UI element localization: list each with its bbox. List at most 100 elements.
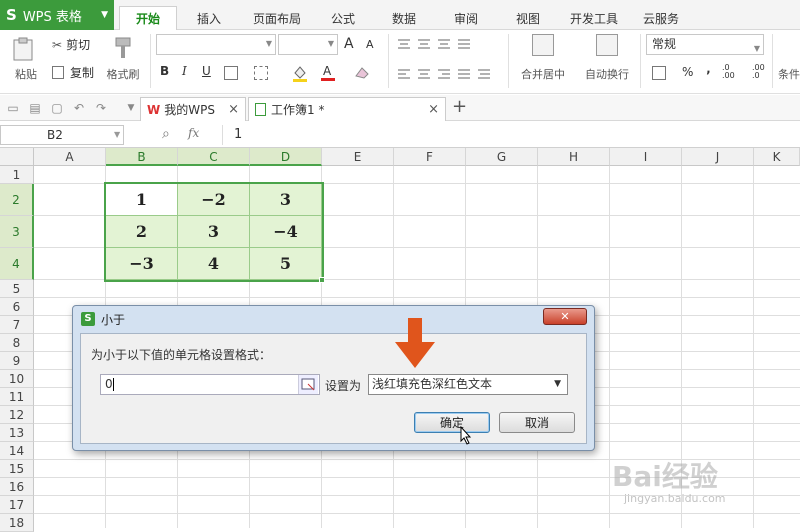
chevron-down-icon: ▼ (554, 379, 561, 389)
tab-data[interactable]: 数据 (378, 6, 430, 30)
row-header[interactable]: 7 (0, 316, 34, 334)
row-header[interactable]: 4 (0, 248, 34, 280)
save-icon[interactable]: ▭ (6, 101, 20, 115)
cancel-button[interactable]: 取消 (499, 412, 575, 433)
wps-logo-icon: S (6, 6, 17, 24)
chevron-down-icon[interactable]: ▼ (114, 130, 120, 139)
merge-center-button[interactable]: 合并居中 (512, 66, 574, 82)
close-icon[interactable]: × (428, 102, 439, 117)
row-header[interactable]: 15 (0, 460, 34, 478)
row-header[interactable]: 10 (0, 370, 34, 388)
increase-decimal-button[interactable]: .0 .00 (722, 64, 735, 80)
qat-more-icon[interactable]: ▼ (124, 101, 138, 115)
cut-button[interactable]: ✂ 剪切 (52, 36, 90, 53)
font-name-select[interactable]: ▼ (156, 34, 276, 55)
decrease-decimal-button[interactable]: .00 .0 (752, 64, 765, 80)
row-header[interactable]: 2 (0, 184, 34, 216)
row-header[interactable]: 13 (0, 424, 34, 442)
print-icon[interactable]: ▤ (28, 101, 42, 115)
row-header[interactable]: 18 (0, 514, 34, 532)
percent-button[interactable]: % (682, 65, 693, 79)
scissors-icon: ✂ (52, 37, 63, 52)
column-header[interactable]: G (466, 148, 538, 166)
redo-icon[interactable]: ↷ (94, 101, 108, 115)
column-header[interactable]: B (106, 148, 178, 166)
tab-developer[interactable]: 开发工具 (562, 6, 626, 30)
row-header[interactable]: 3 (0, 216, 34, 248)
cell-style-icon[interactable] (254, 66, 268, 80)
row-header[interactable]: 17 (0, 496, 34, 514)
column-header[interactable]: F (394, 148, 466, 166)
tab-home[interactable]: 开始 (119, 6, 177, 30)
row-header[interactable]: 5 (0, 280, 34, 298)
row-header[interactable]: 1 (0, 166, 34, 184)
row-header[interactable]: 8 (0, 334, 34, 352)
vertical-align-group[interactable] (396, 38, 486, 50)
font-grow-button[interactable]: A (344, 36, 354, 52)
conditional-format-button[interactable]: 条件 (778, 66, 800, 82)
function-icon[interactable]: fx (188, 126, 199, 140)
font-shrink-button[interactable]: A (366, 38, 374, 51)
column-header[interactable]: H (538, 148, 610, 166)
mouse-pointer-icon (459, 425, 473, 446)
underline-button[interactable]: U (202, 64, 211, 78)
close-button[interactable]: ✕ (543, 308, 587, 325)
row-header[interactable]: 16 (0, 478, 34, 496)
zoom-icon[interactable]: ⌕ (162, 126, 170, 142)
comma-button[interactable]: ‚ (706, 62, 711, 76)
number-format-select[interactable]: 常规 ▼ (646, 34, 764, 55)
close-icon[interactable]: × (228, 102, 239, 117)
wps-app-menu[interactable]: S WPS 表格 ▼ (0, 0, 114, 30)
selection-border (104, 182, 324, 282)
tab-formulas[interactable]: 公式 (318, 6, 368, 30)
currency-icon[interactable] (652, 66, 666, 80)
clear-format-icon[interactable] (354, 64, 370, 80)
wps-logo-icon: S (81, 312, 95, 326)
italic-button[interactable]: I (182, 64, 187, 78)
row-header[interactable]: 11 (0, 388, 34, 406)
font-color-icon[interactable]: A (320, 63, 336, 81)
horizontal-align-group[interactable] (396, 68, 506, 80)
tab-review[interactable]: 审阅 (440, 6, 492, 30)
print-preview-icon[interactable]: ▢ (50, 101, 64, 115)
name-box[interactable]: B2 (0, 125, 124, 145)
ok-button[interactable]: 确定 (414, 412, 490, 433)
bold-button[interactable]: B (160, 64, 169, 78)
fill-color-icon[interactable] (292, 64, 308, 82)
paste-icon[interactable] (10, 36, 36, 62)
svg-text:A: A (323, 64, 332, 78)
tab-page-layout[interactable]: 页面布局 (242, 6, 312, 30)
range-select-icon[interactable] (298, 375, 318, 394)
font-size-select[interactable]: ▼ (278, 34, 338, 55)
tab-view[interactable]: 视图 (502, 6, 554, 30)
column-header[interactable]: A (34, 148, 106, 166)
row-header[interactable]: 14 (0, 442, 34, 460)
format-select[interactable]: 浅红填充色深红色文本 ▼ (368, 374, 568, 395)
tab-insert[interactable]: 插入 (183, 6, 235, 30)
borders-icon[interactable] (224, 66, 238, 80)
column-header[interactable]: C (178, 148, 250, 166)
copy-button[interactable]: 复制 (52, 64, 94, 81)
column-header[interactable]: J (682, 148, 754, 166)
column-header[interactable]: D (250, 148, 322, 166)
row-header[interactable]: 6 (0, 298, 34, 316)
column-header[interactable]: I (610, 148, 682, 166)
row-header[interactable]: 9 (0, 352, 34, 370)
select-all-corner[interactable] (0, 148, 34, 166)
chevron-down-icon: ▼ (753, 44, 760, 53)
doc-tab-my-wps[interactable]: W 我的WPS × (140, 97, 246, 121)
column-header[interactable]: E (322, 148, 394, 166)
wrap-text-button[interactable]: 自动换行 (578, 66, 636, 82)
formula-input[interactable]: 1 (234, 127, 242, 142)
format-painter-icon[interactable] (110, 36, 134, 60)
row-header[interactable]: 12 (0, 406, 34, 424)
undo-icon[interactable]: ↶ (72, 101, 86, 115)
tab-cloud[interactable]: 云服务 (634, 6, 688, 30)
fill-handle[interactable] (319, 277, 325, 283)
format-painter-button[interactable]: 格式刷 (100, 66, 146, 82)
new-tab-button[interactable]: + (452, 96, 467, 117)
doc-tab-workbook1[interactable]: 工作簿1 * × (248, 97, 446, 121)
column-header[interactable]: K (754, 148, 800, 166)
paste-button[interactable]: 粘贴 (6, 66, 46, 82)
threshold-input[interactable]: 0 (100, 374, 320, 395)
